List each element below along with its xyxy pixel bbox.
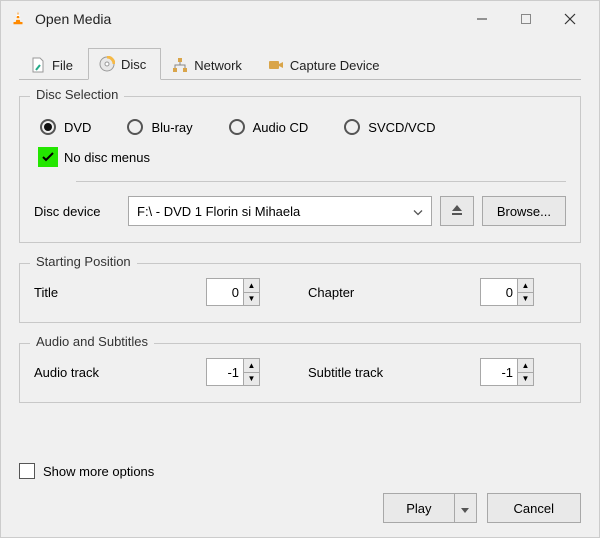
arrow-down-icon[interactable]: ▼ — [244, 373, 259, 386]
titlebar: Open Media — [1, 1, 599, 37]
radio-dvd-label: DVD — [64, 120, 91, 135]
subtitle-track-label: Subtitle track — [308, 365, 468, 380]
audio-track-spinner[interactable]: -1 ▲▼ — [206, 358, 260, 386]
starting-position-group: Starting Position Title 0 ▲▼ Chapter 0 ▲… — [19, 263, 581, 323]
disc-device-select[interactable]: F:\ - DVD 1 Florin si Mihaela — [128, 196, 432, 226]
tab-network-label: Network — [194, 58, 242, 73]
action-buttons: Play Cancel — [19, 493, 581, 523]
footer: Show more options Play Cancel — [1, 455, 599, 537]
disc-selection-legend: Disc Selection — [30, 87, 124, 102]
no-disc-menus-row: No disc menus — [34, 139, 566, 171]
browse-button[interactable]: Browse... — [482, 196, 566, 226]
open-media-window: Open Media File Disc Network Capture Dev — [0, 0, 600, 538]
tab-capture[interactable]: Capture Device — [257, 49, 395, 80]
arrow-down-icon[interactable]: ▼ — [244, 293, 259, 306]
chevron-down-icon — [413, 204, 423, 219]
vlc-cone-icon — [9, 10, 27, 28]
disc-device-value: F:\ - DVD 1 Florin si Mihaela — [137, 204, 300, 219]
caret-down-icon — [461, 501, 469, 516]
play-button-group: Play — [383, 493, 476, 523]
play-button[interactable]: Play — [383, 493, 454, 523]
eject-button[interactable] — [440, 196, 474, 226]
disc-selection-group: Disc Selection DVD Blu-ray Audio CD SVCD… — [19, 96, 581, 243]
cancel-button[interactable]: Cancel — [487, 493, 581, 523]
radio-audiocd[interactable]: Audio CD — [229, 119, 309, 135]
audio-subtitles-row: Audio track -1 ▲▼ Subtitle track -1 ▲▼ — [34, 358, 566, 386]
divider — [76, 181, 566, 182]
show-more-label: Show more options — [43, 464, 154, 479]
minimize-button[interactable] — [469, 6, 495, 32]
chapter-value: 0 — [481, 279, 517, 305]
starting-position-legend: Starting Position — [30, 254, 137, 269]
arrow-up-icon[interactable]: ▲ — [518, 359, 533, 373]
title-spinner[interactable]: 0 ▲▼ — [206, 278, 260, 306]
maximize-button[interactable] — [513, 6, 539, 32]
title-label: Title — [34, 285, 194, 300]
arrow-up-icon[interactable]: ▲ — [244, 359, 259, 373]
disc-icon — [99, 56, 115, 72]
title-value: 0 — [207, 279, 243, 305]
eject-icon — [450, 203, 464, 220]
radio-svcd[interactable]: SVCD/VCD — [344, 119, 435, 135]
check-icon — [41, 150, 55, 164]
file-icon — [30, 57, 46, 73]
no-disc-menus-label: No disc menus — [64, 150, 150, 165]
subtitle-track-value: -1 — [481, 359, 517, 385]
tab-file[interactable]: File — [19, 49, 88, 80]
close-button[interactable] — [557, 6, 583, 32]
radio-dvd[interactable]: DVD — [40, 119, 91, 135]
tab-disc-label: Disc — [121, 57, 146, 72]
radio-button-icon — [229, 119, 245, 135]
arrow-down-icon[interactable]: ▼ — [518, 373, 533, 386]
tab-disc[interactable]: Disc — [88, 48, 161, 80]
spinner-arrows: ▲▼ — [517, 359, 533, 385]
disc-device-row: Disc device F:\ - DVD 1 Florin si Mihael… — [34, 196, 566, 226]
audio-track-value: -1 — [207, 359, 243, 385]
tab-file-label: File — [52, 58, 73, 73]
chapter-spinner[interactable]: 0 ▲▼ — [480, 278, 534, 306]
browse-label: Browse... — [497, 204, 551, 219]
radio-audiocd-label: Audio CD — [253, 120, 309, 135]
tab-content: Disc Selection DVD Blu-ray Audio CD SVCD… — [1, 80, 599, 455]
audio-subtitles-legend: Audio and Subtitles — [30, 334, 154, 349]
radio-button-icon — [127, 119, 143, 135]
disc-device-label: Disc device — [34, 204, 120, 219]
show-more-options-row: Show more options — [19, 463, 581, 479]
tab-capture-label: Capture Device — [290, 58, 380, 73]
network-icon — [172, 57, 188, 73]
no-disc-menus-checkbox[interactable] — [38, 147, 58, 167]
spinner-arrows: ▲▼ — [243, 359, 259, 385]
radio-bluray-label: Blu-ray — [151, 120, 192, 135]
radio-svcd-label: SVCD/VCD — [368, 120, 435, 135]
cancel-label: Cancel — [514, 501, 554, 516]
tab-network[interactable]: Network — [161, 49, 257, 80]
show-more-checkbox[interactable] — [19, 463, 35, 479]
radio-bluray[interactable]: Blu-ray — [127, 119, 192, 135]
starting-position-row: Title 0 ▲▼ Chapter 0 ▲▼ — [34, 278, 566, 306]
arrow-up-icon[interactable]: ▲ — [518, 279, 533, 293]
arrow-up-icon[interactable]: ▲ — [244, 279, 259, 293]
window-title: Open Media — [35, 11, 469, 27]
radio-button-icon — [40, 119, 56, 135]
spinner-arrows: ▲▼ — [243, 279, 259, 305]
tabs-container: File Disc Network Capture Device — [1, 37, 599, 80]
audio-track-label: Audio track — [34, 365, 194, 380]
play-dropdown-button[interactable] — [455, 493, 477, 523]
audio-subtitles-group: Audio and Subtitles Audio track -1 ▲▼ Su… — [19, 343, 581, 403]
chapter-label: Chapter — [308, 285, 468, 300]
play-label: Play — [406, 501, 431, 516]
radio-button-icon — [344, 119, 360, 135]
capture-icon — [268, 57, 284, 73]
tabs: File Disc Network Capture Device — [19, 47, 581, 80]
arrow-down-icon[interactable]: ▼ — [518, 293, 533, 306]
spinner-arrows: ▲▼ — [517, 279, 533, 305]
subtitle-track-spinner[interactable]: -1 ▲▼ — [480, 358, 534, 386]
disc-type-radios: DVD Blu-ray Audio CD SVCD/VCD — [34, 111, 566, 139]
window-controls — [469, 6, 591, 32]
